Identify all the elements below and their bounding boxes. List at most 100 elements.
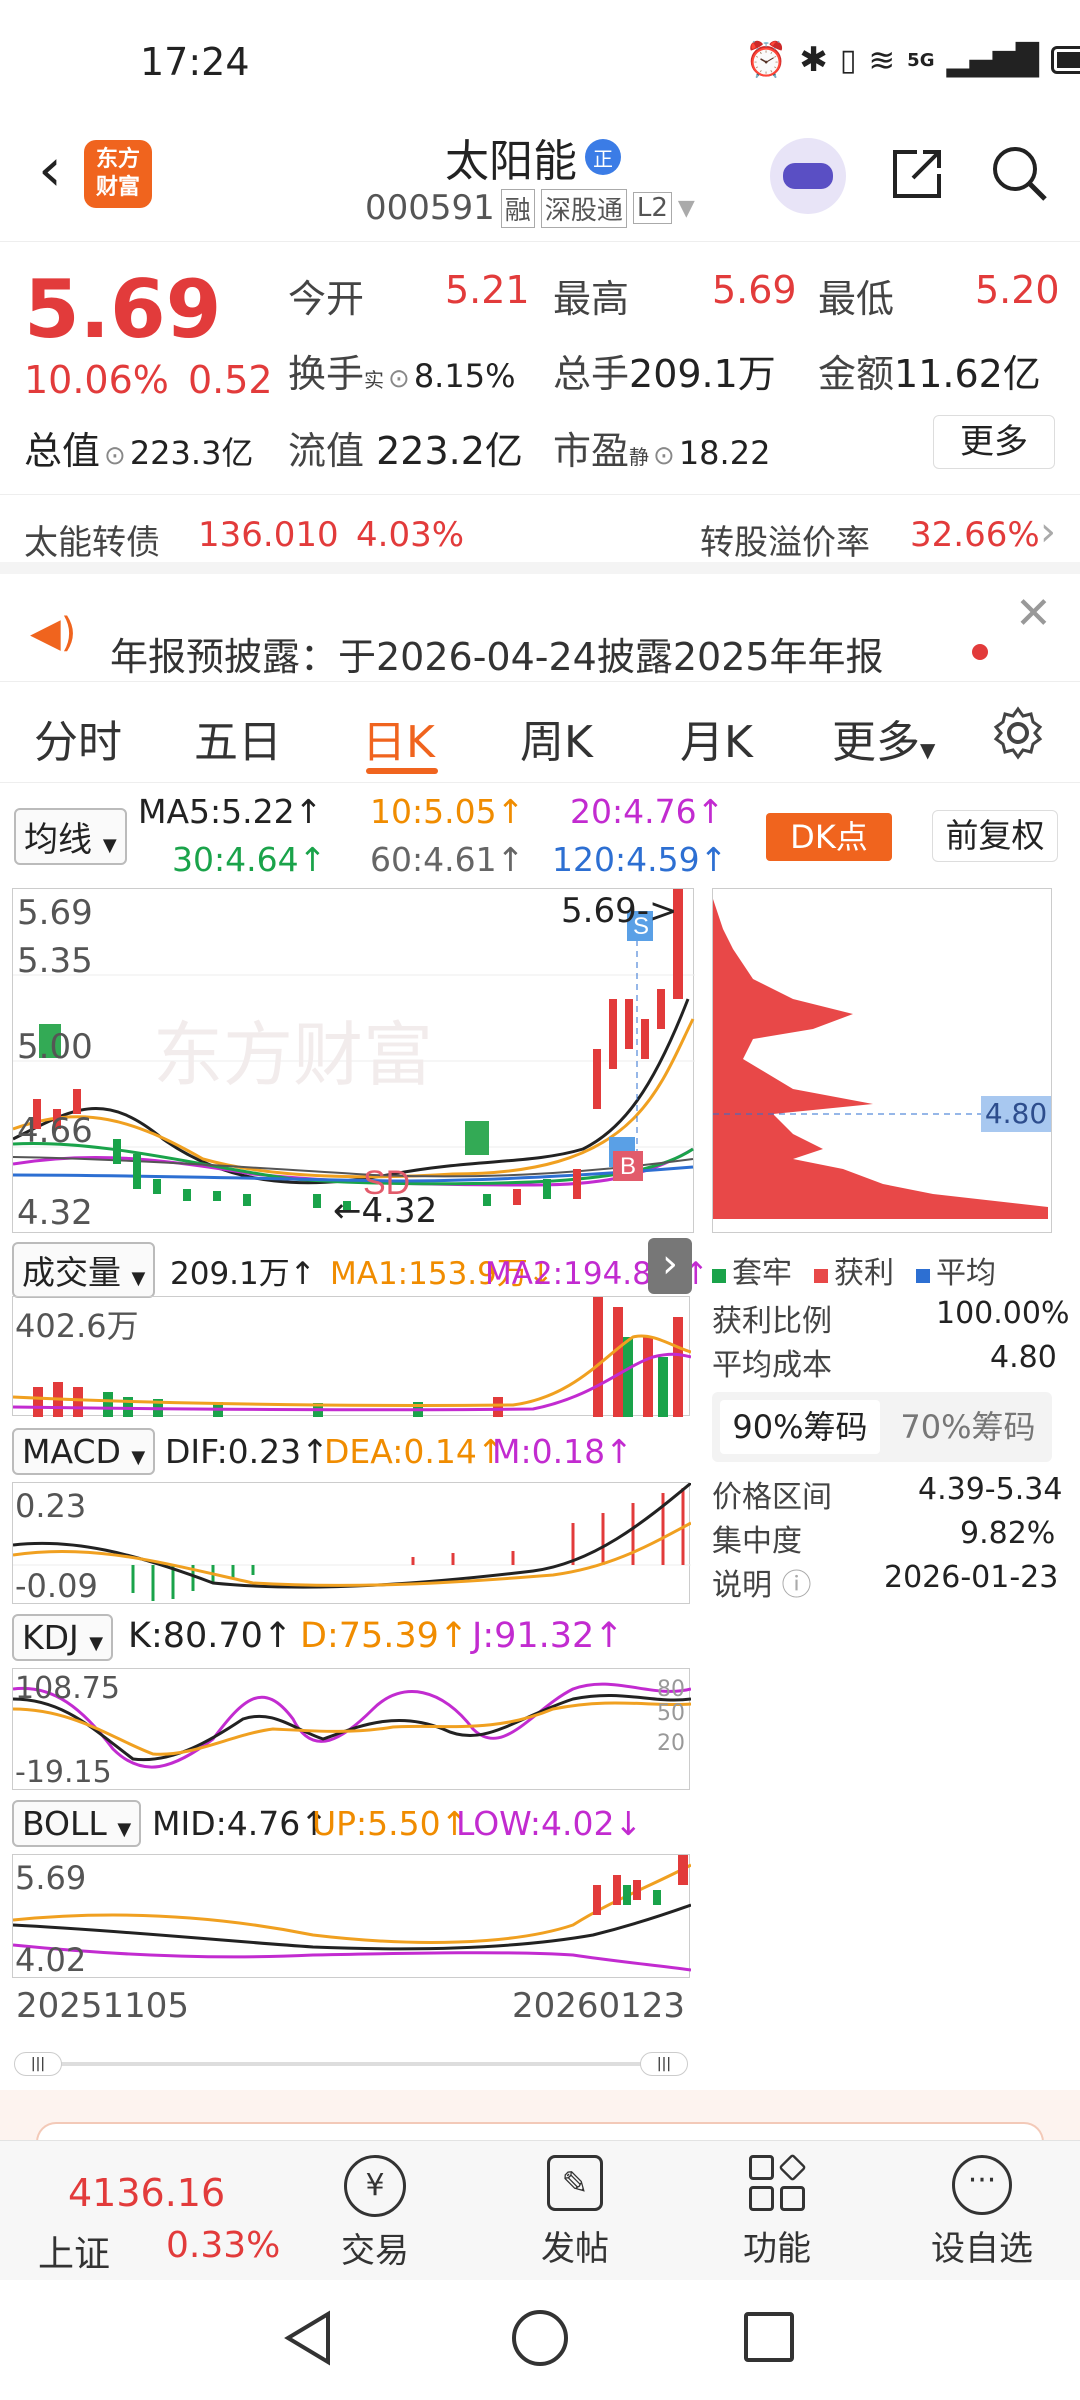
profit-ratio-label: 获利比例	[712, 1304, 832, 1339]
kline-y4: 4.66	[17, 1111, 93, 1151]
edit-icon: ✎	[547, 2155, 603, 2211]
index-pct: 0.33%	[166, 2225, 281, 2266]
volume-selector[interactable]: 成交量 ▼	[12, 1242, 156, 1298]
function-label: 功能	[743, 2229, 811, 2269]
pe-info-icon[interactable]: ⊙	[653, 441, 675, 471]
low-label: 最低	[818, 277, 895, 321]
chart-toggle-button[interactable]: ›	[648, 1238, 692, 1294]
scrubber-left-handle[interactable]: |||	[14, 2052, 62, 2076]
price-change: 0.52	[188, 358, 273, 402]
kdj-80: 80	[657, 1677, 685, 1702]
kline-y3: 5.00	[17, 1027, 93, 1067]
profit-ratio-value: 100.00%	[936, 1296, 1070, 1331]
dropdown-icon[interactable]: ▼	[678, 196, 695, 221]
kline-y2: 5.35	[17, 941, 93, 981]
total-value-label: 总值	[24, 429, 101, 473]
kline-svg: 东方财富 S B SD	[12, 889, 695, 1211]
range-scrubber[interactable]: ||| |||	[14, 2052, 690, 2076]
bond-row[interactable]: 太能转债 136.010 4.03% 转股溢价率 32.66% ›	[0, 494, 1080, 574]
tab-more[interactable]: 更多▼	[832, 706, 935, 770]
ma60-value: 60:4.61↑	[370, 840, 525, 879]
tab-minute[interactable]: 分时	[34, 706, 122, 770]
note-row[interactable]: 说明 ⓘ	[712, 1560, 812, 1604]
turnover-info-icon[interactable]: ⊙	[388, 364, 410, 394]
pe-sup: 静	[629, 445, 650, 469]
kline-chart[interactable]: 东方财富 S B SD 5.69 5.35 5.00 4.66 4.32 5.6…	[12, 888, 695, 1233]
note-label: 说明	[712, 1568, 772, 1603]
avg-cost-marker: 4.80	[981, 1096, 1051, 1132]
watchlist-label: 设自选	[931, 2229, 1033, 2269]
chip-date: 2026-01-23	[884, 1560, 1059, 1595]
kdj-k: K:80.70↑	[128, 1616, 293, 1656]
scrubber-right-handle[interactable]: |||	[640, 2052, 688, 2076]
total-value: 总值 ⊙ 223.3亿	[24, 420, 253, 475]
dropdown-icon: ▼	[920, 738, 936, 762]
battery-icon	[1050, 46, 1080, 74]
boll-y-bottom: 4.02	[15, 1941, 87, 1979]
volume-value: 209.1万	[629, 352, 776, 396]
alarm-icon: ⏰	[745, 40, 788, 80]
high-value: 5.69	[712, 268, 797, 312]
info-icon[interactable]: ⊙	[104, 441, 126, 471]
nav-home-icon[interactable]	[512, 2310, 568, 2366]
ma20-value: 20:4.76↑	[570, 792, 725, 831]
comment-bar[interactable]	[0, 2090, 1080, 2152]
macd-selector-label: MACD	[22, 1432, 121, 1471]
volume-selector-label: 成交量	[22, 1253, 121, 1292]
tab-daily-k[interactable]: 日K	[362, 706, 435, 770]
chip-svg	[713, 899, 1053, 1219]
ma-selector[interactable]: 均线 ▼	[14, 808, 127, 865]
add-watchlist-button[interactable]: ··· 设自选	[922, 2155, 1042, 2275]
boll-selector[interactable]: BOLL ▼	[12, 1800, 142, 1847]
bond-name: 太能转债	[24, 523, 160, 563]
tab-chips-90[interactable]: 90%筹码	[720, 1400, 880, 1454]
tab-chips-70[interactable]: 70%筹码	[888, 1400, 1048, 1454]
quote-panel: 5.69 10.06% 0.52 总值 ⊙ 223.3亿 今开 5.21 最高 5.…	[0, 243, 1080, 493]
ma30-value: 30:4.64↑	[172, 840, 327, 879]
macd-chart: 0.23 -0.09	[12, 1481, 692, 1605]
close-icon[interactable]: ✕	[1015, 588, 1052, 639]
share-icon[interactable]	[885, 142, 949, 206]
tab-weekly-k[interactable]: 周K	[520, 706, 593, 770]
settings-gear-icon[interactable]	[990, 705, 1046, 765]
tab-five-day[interactable]: 五日	[194, 706, 282, 770]
macd-selector[interactable]: MACD ▼	[12, 1428, 156, 1475]
notice-bar[interactable]: ◀) 年报预披露：于2026-04-24披露2025年年报 ✕	[0, 586, 1080, 682]
boll-svg	[12, 1855, 692, 1972]
robot-assistant-icon[interactable]	[770, 138, 846, 214]
float-amount: 223.2亿	[376, 429, 523, 473]
bottom-nav: 4136.16 上证 0.33% ¥ 交易 ✎ 发帖 功能 ··· 设自选	[0, 2140, 1080, 2280]
search-icon[interactable]	[988, 142, 1052, 206]
low-value: 5.20	[975, 268, 1060, 312]
pe-label: 市盈	[553, 429, 630, 473]
more-button[interactable]: 更多	[933, 415, 1055, 469]
chip-legend: 套牢 获利 平均	[712, 1248, 996, 1292]
info-circle-icon: ⓘ	[781, 1568, 812, 1603]
ma5-value: MA5:5.22↑	[138, 792, 323, 831]
stock-title: 太阳能	[445, 136, 577, 187]
back-button[interactable]: ‹	[20, 135, 80, 205]
bluetooth-icon: ✱	[799, 40, 828, 80]
dk-point-button[interactable]: DK点	[766, 813, 892, 861]
trade-button[interactable]: ¥ 交易	[320, 2155, 430, 2275]
kdj-20: 20	[657, 1731, 685, 1756]
volume-y-top: 402.6万	[15, 1307, 139, 1345]
wifi-icon: ≋	[868, 41, 896, 79]
speaker-icon: ◀)	[30, 610, 77, 656]
index-ticker[interactable]: 4136.16 上证 0.33%	[0, 2141, 290, 2281]
chip-chart[interactable]: 4.80	[712, 888, 1053, 1233]
nav-recents-icon[interactable]	[744, 2312, 794, 2362]
kdj-50: 50	[657, 1701, 685, 1726]
tab-monthly-k[interactable]: 月K	[680, 706, 753, 770]
tag-margin: 融	[500, 188, 535, 228]
function-button[interactable]: 功能	[722, 2153, 832, 2275]
amount-label: 金额	[818, 352, 895, 396]
post-button[interactable]: ✎ 发帖	[520, 2155, 630, 2275]
kline-y-bottom: 4.32	[17, 1193, 93, 1233]
chip-tabs: 90%筹码 70%筹码	[712, 1392, 1052, 1462]
kdj-selector[interactable]: KDJ ▼	[12, 1614, 114, 1661]
dk-label: DK点	[790, 818, 868, 856]
nav-back-icon[interactable]	[280, 2308, 336, 2372]
price-range-label: 价格区间	[712, 1480, 832, 1515]
adjust-selector[interactable]: 前复权	[932, 810, 1058, 862]
